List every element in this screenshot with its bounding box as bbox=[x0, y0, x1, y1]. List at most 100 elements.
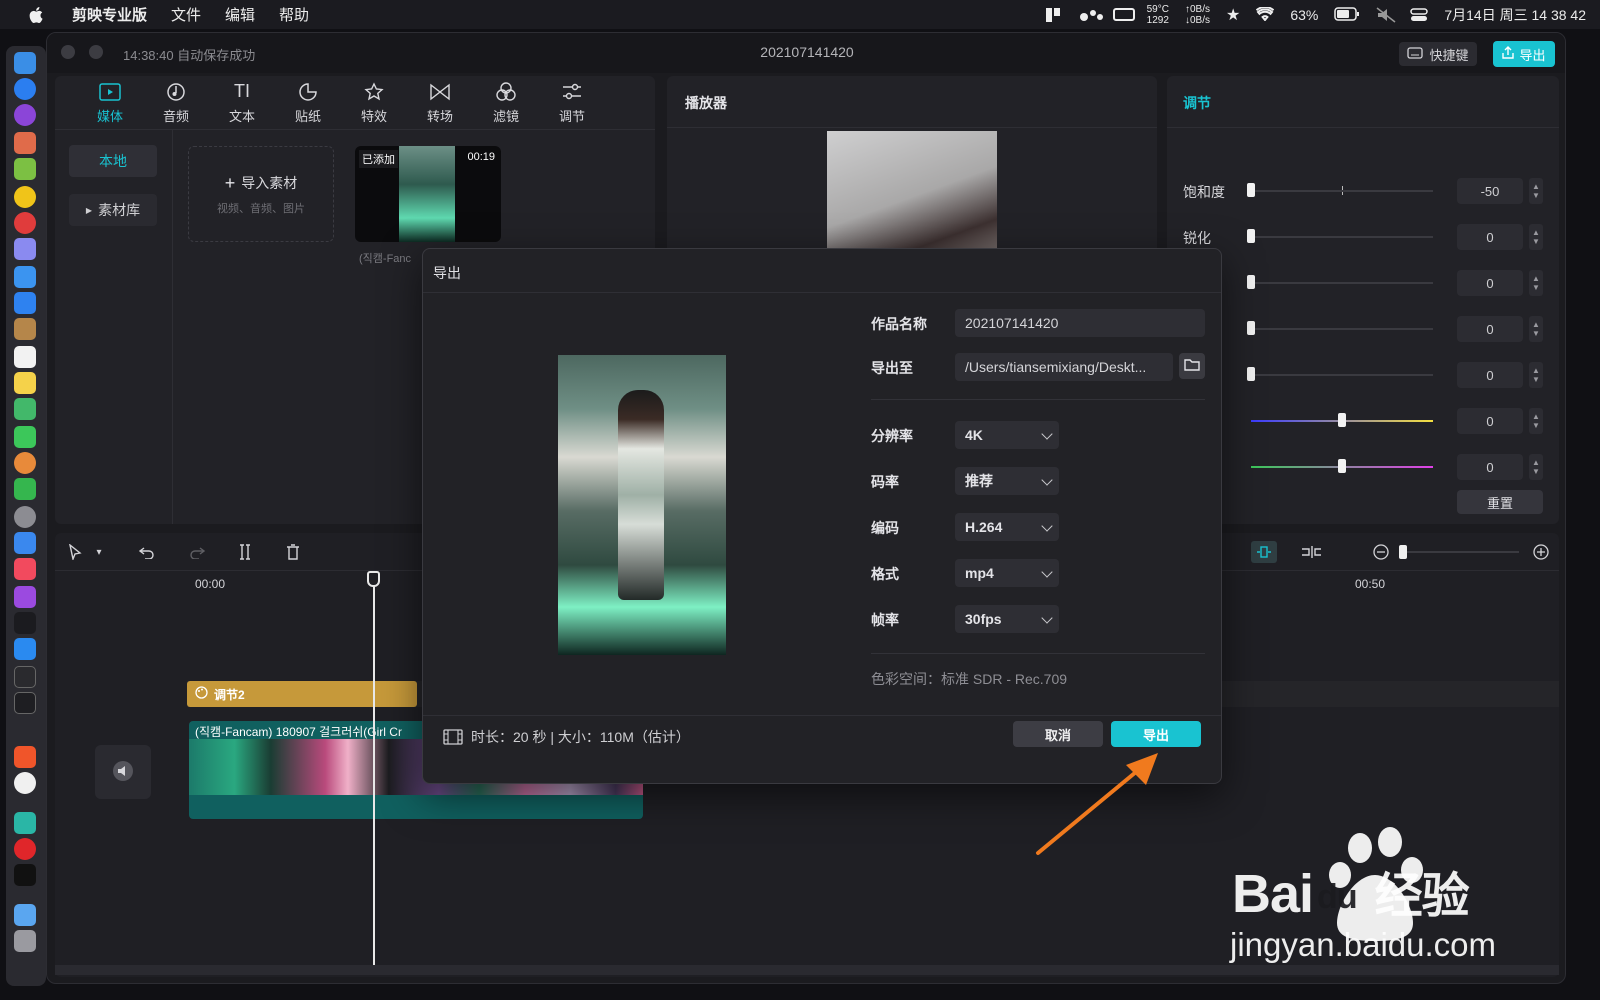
adjust-slider-track[interactable] bbox=[1251, 190, 1433, 192]
import-media-button[interactable]: + 导入素材 视频、音频、图片 bbox=[188, 146, 334, 242]
link-icon[interactable] bbox=[1301, 543, 1321, 561]
adjust-value-input[interactable]: -50 bbox=[1457, 178, 1523, 204]
adjust-slider-track[interactable] bbox=[1251, 374, 1433, 376]
adjust-value-input[interactable]: 0 bbox=[1457, 362, 1523, 388]
mail-icon[interactable] bbox=[14, 292, 36, 314]
control-center-icon[interactable] bbox=[1410, 7, 1429, 23]
display-icon[interactable] bbox=[1112, 7, 1135, 23]
adjust-value-input[interactable]: 0 bbox=[1457, 224, 1523, 250]
stepper-icon[interactable]: ▲ ▼ bbox=[1529, 408, 1543, 434]
clock[interactable]: 7月14日 周三 14 38 42 bbox=[1444, 5, 1586, 25]
library-tab[interactable]: ▶ 素材库 bbox=[69, 194, 157, 226]
adjust-value-input[interactable]: 0 bbox=[1457, 270, 1523, 296]
facetime-icon[interactable] bbox=[14, 478, 36, 500]
launchpad-icon[interactable] bbox=[14, 132, 36, 154]
app-teal-icon[interactable] bbox=[14, 812, 36, 834]
brave-icon[interactable] bbox=[14, 746, 36, 768]
playhead-handle[interactable] bbox=[367, 571, 380, 587]
path-input[interactable]: /Users/tiansemixiang/Deskt... bbox=[955, 353, 1173, 381]
adjust-slider-knob[interactable] bbox=[1247, 367, 1255, 381]
settings-icon[interactable] bbox=[14, 506, 36, 528]
tv-icon[interactable] bbox=[14, 612, 36, 634]
adjust-slider-knob[interactable] bbox=[1338, 459, 1346, 473]
wifi-icon[interactable] bbox=[1256, 5, 1275, 23]
yandex-icon[interactable] bbox=[14, 772, 36, 794]
menu-edit[interactable]: 编辑 bbox=[225, 4, 255, 25]
stepper-icon[interactable]: ▲ ▼ bbox=[1529, 316, 1543, 342]
stepper-icon[interactable]: ▲ ▼ bbox=[1529, 224, 1543, 250]
podcasts-icon[interactable] bbox=[14, 586, 36, 608]
adjust-value-input[interactable]: 0 bbox=[1457, 454, 1523, 480]
reminders-icon[interactable] bbox=[14, 372, 36, 394]
tab-text[interactable]: TI 文本 bbox=[209, 76, 275, 130]
appstore-icon[interactable] bbox=[14, 638, 36, 660]
tab-filter[interactable]: 滤镜 bbox=[473, 76, 539, 130]
tab-audio[interactable]: 音频 bbox=[143, 76, 209, 130]
resolution-select[interactable]: 4K bbox=[955, 421, 1059, 449]
stepper-icon[interactable]: ▲ ▼ bbox=[1529, 454, 1543, 480]
safari-icon[interactable] bbox=[14, 78, 36, 100]
choose-folder-button[interactable] bbox=[1179, 353, 1205, 379]
cancel-button[interactable]: 取消 bbox=[1013, 721, 1103, 747]
status-dots-icon[interactable] bbox=[1079, 7, 1103, 23]
adjust-slider-knob[interactable] bbox=[1247, 183, 1255, 197]
battery-icon[interactable] bbox=[1334, 6, 1360, 23]
adjust-slider-track[interactable] bbox=[1251, 236, 1433, 238]
tab-transition[interactable]: 转场 bbox=[407, 76, 473, 130]
adjust-slider-knob[interactable] bbox=[1247, 229, 1255, 243]
track-volume-button[interactable] bbox=[95, 745, 151, 799]
android-icon[interactable] bbox=[14, 158, 36, 180]
photos-app-icon[interactable] bbox=[14, 398, 36, 420]
zoom-slider[interactable] bbox=[1399, 545, 1519, 559]
apple-icon[interactable] bbox=[26, 4, 48, 26]
mute-icon[interactable] bbox=[1376, 6, 1396, 23]
terminal-icon[interactable] bbox=[14, 666, 36, 688]
adjust-slider-knob[interactable] bbox=[1338, 413, 1346, 427]
export-button[interactable]: 导出 bbox=[1111, 721, 1201, 747]
zoom-in-icon[interactable] bbox=[1531, 543, 1551, 561]
zoom-slider-knob[interactable] bbox=[1399, 545, 1407, 559]
chrome-icon[interactable] bbox=[14, 186, 36, 208]
netease-icon[interactable] bbox=[14, 838, 36, 860]
adjust-slider-knob[interactable] bbox=[1247, 321, 1255, 335]
top-export-button[interactable]: 导出 bbox=[1493, 41, 1555, 67]
tab-media[interactable]: 媒体 bbox=[77, 76, 143, 130]
undo-icon[interactable] bbox=[137, 543, 157, 561]
adjust-slider-knob[interactable] bbox=[1247, 275, 1255, 289]
stepper-icon[interactable]: ▲ ▼ bbox=[1529, 178, 1543, 204]
adjust-slider-track[interactable] bbox=[1251, 328, 1433, 330]
adjust-slider-track[interactable] bbox=[1251, 282, 1433, 284]
snap-icon[interactable] bbox=[1251, 541, 1277, 563]
calendar-icon[interactable] bbox=[14, 346, 36, 368]
adjust-value-input[interactable]: 0 bbox=[1457, 408, 1523, 434]
tab-effects[interactable]: 特效 bbox=[341, 76, 407, 130]
status-grid-icon[interactable] bbox=[1045, 7, 1063, 23]
photos-icon[interactable] bbox=[14, 452, 36, 474]
stepper-icon[interactable]: ▲ ▼ bbox=[1529, 362, 1543, 388]
playhead[interactable] bbox=[373, 571, 375, 967]
notes-icon[interactable] bbox=[14, 238, 36, 260]
finder-icon[interactable] bbox=[14, 52, 36, 74]
trash-icon[interactable] bbox=[14, 930, 36, 952]
media-clip-thumbnail[interactable]: 已添加 00:19 bbox=[355, 146, 501, 242]
select-tool-icon[interactable] bbox=[65, 543, 85, 561]
tab-sticker[interactable]: 贴纸 bbox=[275, 76, 341, 130]
reset-button[interactable]: 重置 bbox=[1457, 490, 1543, 514]
local-tab[interactable]: 本地 bbox=[69, 145, 157, 177]
split-icon[interactable] bbox=[235, 543, 255, 561]
messages-icon[interactable] bbox=[14, 426, 36, 448]
format-select[interactable]: mp4 bbox=[955, 559, 1059, 587]
zoom-out-icon[interactable] bbox=[1371, 543, 1391, 561]
stepper-icon[interactable]: ▲ ▼ bbox=[1529, 270, 1543, 296]
contacts-icon[interactable] bbox=[14, 318, 36, 340]
adjust-clip[interactable]: 调节2 bbox=[187, 681, 417, 707]
redo-icon[interactable] bbox=[187, 543, 207, 561]
adjust-value-input[interactable]: 0 bbox=[1457, 316, 1523, 342]
siri-icon[interactable] bbox=[14, 104, 36, 126]
menu-app-name[interactable]: 剪映专业版 bbox=[72, 4, 147, 25]
music-icon[interactable] bbox=[14, 558, 36, 580]
codec-select[interactable]: H.264 bbox=[955, 513, 1059, 541]
menu-file[interactable]: 文件 bbox=[171, 4, 201, 25]
bitrate-select[interactable]: 推荐 bbox=[955, 467, 1059, 495]
activity-monitor-icon[interactable] bbox=[14, 692, 36, 714]
